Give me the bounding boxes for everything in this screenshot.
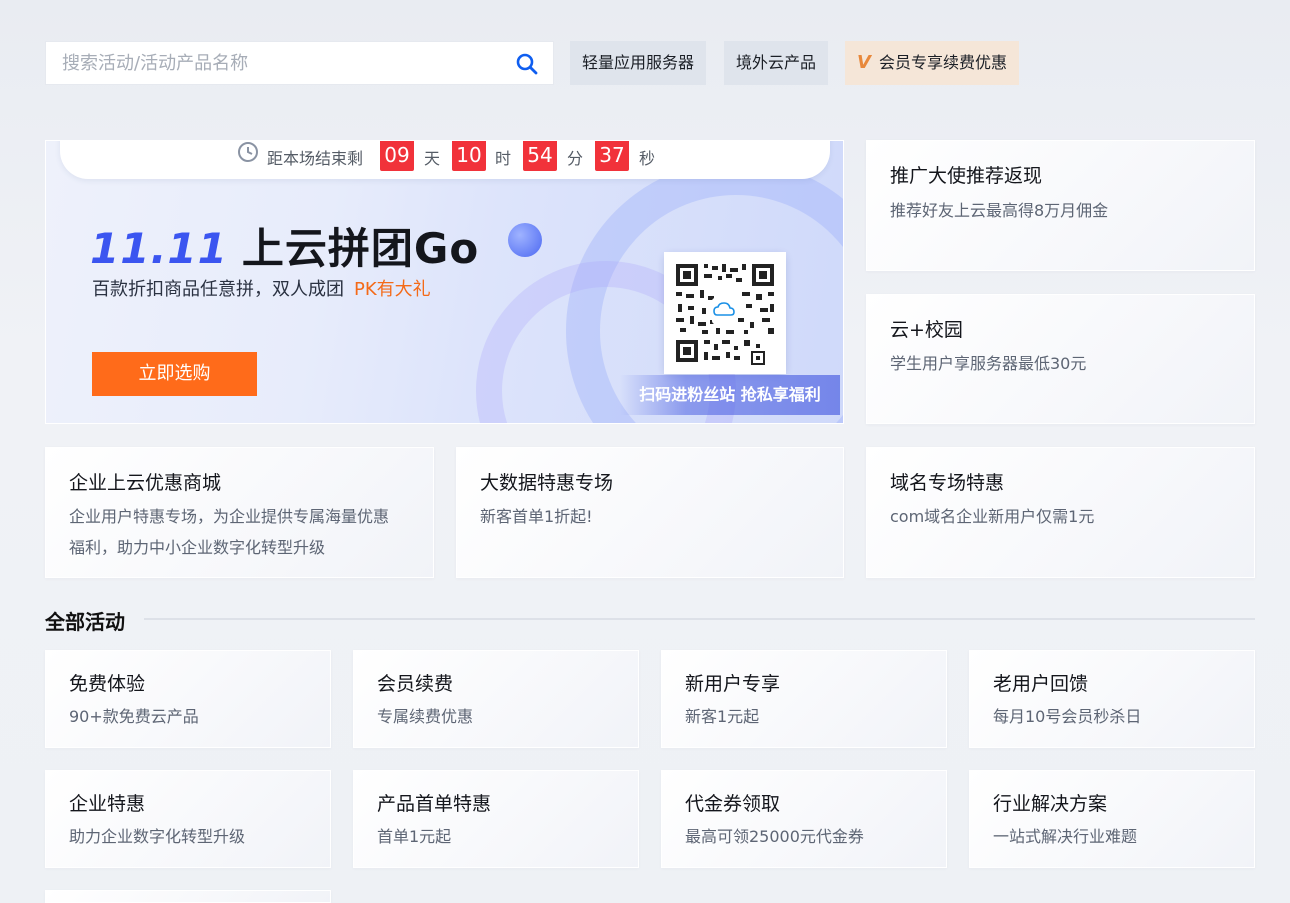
card-referral-cashback[interactable]: 推广大使推荐返现 推荐好友上云最高得8万月佣金 [866, 140, 1255, 271]
activity-free-trial[interactable]: 免费体验 90+款免费云产品 [45, 650, 331, 748]
card-title: 免费体验 [69, 673, 146, 695]
card-desc: 首单1元起 [377, 827, 452, 846]
card-enterprise-mall[interactable]: 企业上云优惠商城 企业用户特惠专场，为企业提供专属海量优惠 福利，助力中小企业数… [45, 447, 434, 578]
card-desc: 专属续费优惠 [377, 707, 474, 726]
card-desc: 助力企业数字化转型升级 [69, 827, 246, 846]
card-desc: 企业用户特惠专场，为企业提供专属海量优惠 [69, 507, 390, 526]
tag-label: 境外云产品 [736, 53, 817, 72]
card-title: 会员续费 [377, 673, 454, 695]
hours-unit: 时 [495, 149, 512, 168]
qr-caption: 扫码进粉丝站 抢私享福利 [620, 375, 840, 415]
card-desc: 新客首单1折起! [480, 507, 593, 526]
card-desc: 学生用户享服务器最低30元 [890, 354, 1087, 373]
tag-label: 会员专享续费优惠 [878, 53, 1007, 72]
banner-subtitle-text: 百款折扣商品任意拼，双人成团 [92, 279, 344, 300]
card-title: 云+校园 [890, 319, 963, 341]
countdown-seconds: 37 [595, 141, 629, 171]
banner-title: 11.11 上云拼团Go [90, 215, 479, 276]
search-bar [45, 41, 554, 85]
card-title: 新用户专享 [685, 673, 781, 695]
seconds-unit: 秒 [639, 149, 656, 168]
card-desc: 推荐好友上云最高得8万月佣金 [890, 201, 1109, 220]
clock-icon [238, 142, 258, 162]
card-title: 老用户回馈 [993, 673, 1089, 695]
card-desc: 最高可领25000元代金券 [685, 827, 864, 846]
card-campus[interactable]: 云+校园 学生用户享服务器最低30元 [866, 294, 1255, 424]
tag-label: 轻量应用服务器 [582, 53, 695, 72]
card-title: 代金券领取 [685, 793, 781, 815]
banner-subtitle-highlight: PK有大礼 [354, 279, 431, 300]
days-unit: 天 [424, 149, 441, 168]
card-desc: 90+款免费云产品 [69, 707, 199, 726]
activity-first-order[interactable]: 产品首单特惠 首单1元起 [353, 770, 639, 868]
banner-subtitle: 百款折扣商品任意拼，双人成团 PK有大礼 [92, 275, 431, 301]
minutes-unit: 分 [567, 149, 584, 168]
countdown-minutes: 54 [523, 141, 557, 171]
activity-new-user[interactable]: 新用户专享 新客1元起 [661, 650, 947, 748]
card-desc: 新客1元起 [685, 707, 760, 726]
card-title: 大数据特惠专场 [480, 472, 614, 494]
tag-vip-renewal[interactable]: V 会员专享续费优惠 [845, 41, 1019, 85]
promo-banner[interactable]: 距本场结束剩 09 天 10 时 54 分 37 秒 11.11 上云拼团Go 百… [45, 140, 844, 424]
activity-member-renewal[interactable]: 会员续费 专属续费优惠 [353, 650, 639, 748]
card-title: 产品首单特惠 [377, 793, 492, 815]
section-title: 全部活动 [45, 610, 125, 634]
countdown-hours: 10 [452, 141, 486, 171]
activity-returning-user[interactable]: 老用户回馈 每月10号会员秒杀日 [969, 650, 1255, 748]
section-divider [144, 618, 1255, 620]
countdown-label: 距本场结束剩 [267, 149, 364, 168]
countdown-bar: 距本场结束剩 09 天 10 时 54 分 37 秒 [60, 141, 830, 179]
search-input[interactable] [46, 42, 506, 84]
decor-sphere-icon [508, 223, 542, 257]
card-desc-line2: 福利，助力中小企业数字化转型升级 [69, 538, 326, 557]
activity-enterprise[interactable]: 企业特惠 助力企业数字化转型升级 [45, 770, 331, 868]
buy-now-button[interactable]: 立即选购 [92, 352, 257, 396]
banner-title-text: 上云拼团Go [241, 224, 480, 273]
qr-code [664, 252, 786, 374]
activity-voucher[interactable]: 代金券领取 最高可领25000元代金券 [661, 770, 947, 868]
banner-title-num: 11.11 [90, 224, 228, 273]
card-title: 域名专场特惠 [890, 472, 1005, 494]
card-title: 行业解决方案 [993, 793, 1108, 815]
card-desc: com域名企业新用户仅需1元 [890, 507, 1095, 526]
card-title: 企业上云优惠商城 [69, 472, 222, 494]
activity-industry-solutions[interactable]: 行业解决方案 一站式解决行业难题 [969, 770, 1255, 868]
card-domain[interactable]: 域名专场特惠 com域名企业新用户仅需1元 [866, 447, 1255, 578]
qr-code-icon [664, 252, 786, 374]
activity-card-partial[interactable] [45, 890, 331, 903]
card-title: 企业特惠 [69, 793, 146, 815]
card-desc: 每月10号会员秒杀日 [993, 707, 1142, 726]
countdown-days: 09 [380, 141, 414, 171]
vip-badge-icon: V [857, 52, 871, 73]
card-desc: 一站式解决行业难题 [993, 827, 1138, 846]
card-title: 推广大使推荐返现 [890, 165, 1043, 187]
search-icon[interactable] [515, 52, 539, 76]
tag-lighthouse-server[interactable]: 轻量应用服务器 [570, 41, 707, 85]
card-bigdata[interactable]: 大数据特惠专场 新客首单1折起! [456, 447, 844, 578]
tag-overseas-cloud[interactable]: 境外云产品 [724, 41, 829, 85]
